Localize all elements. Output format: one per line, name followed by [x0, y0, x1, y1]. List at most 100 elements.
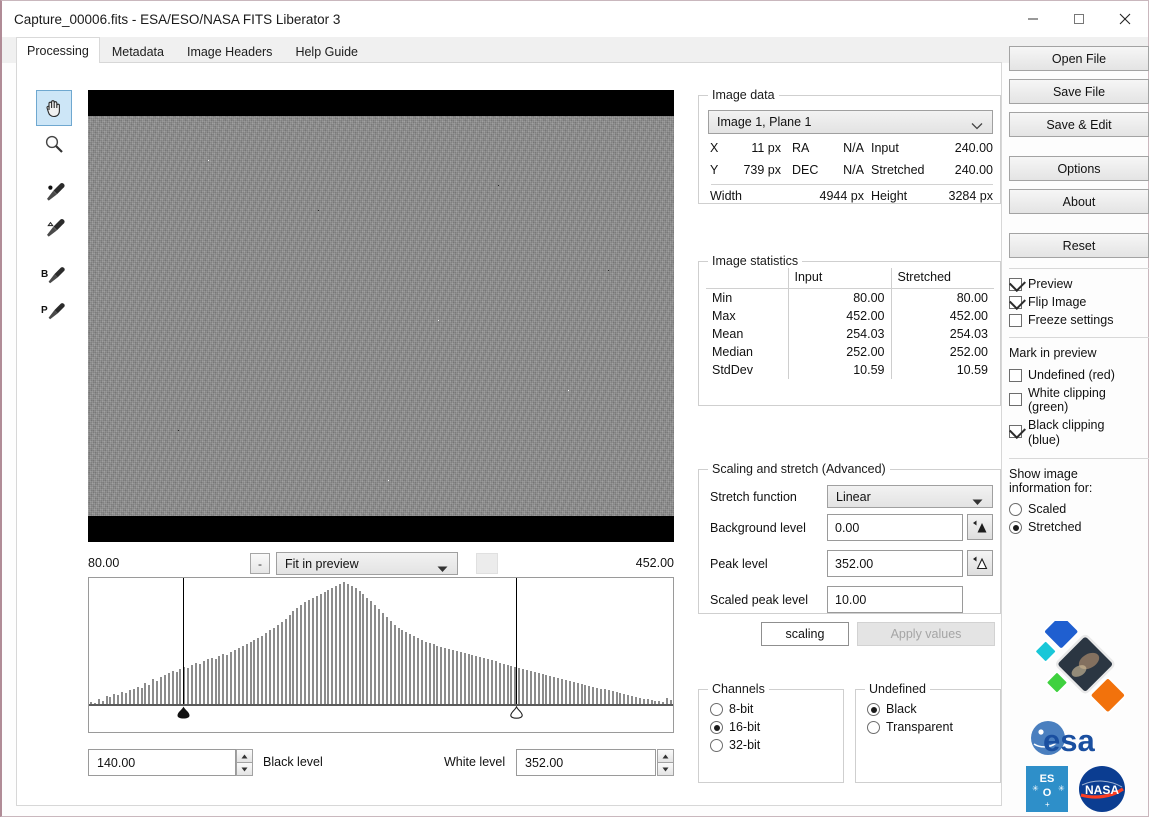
dec-label: DEC: [792, 163, 819, 177]
mark-black-clipping-checkbox[interactable]: Black clipping (blue): [1009, 418, 1149, 448]
save-and-edit-button[interactable]: Save & Edit: [1009, 112, 1149, 137]
channel-option-8bit[interactable]: 8-bit: [710, 702, 843, 716]
options-button[interactable]: Options: [1009, 156, 1149, 181]
histogram-bars: [89, 578, 673, 704]
white-level-marker[interactable]: [509, 705, 524, 722]
histogram-bar: [401, 630, 404, 704]
sidebar-divider: [1009, 337, 1149, 338]
tab-help-guide[interactable]: Help Guide: [284, 39, 369, 63]
histogram-bar: [459, 651, 462, 704]
channel-option-label: 32-bit: [729, 738, 761, 752]
radio-icon: [1009, 503, 1022, 517]
undefined-option-transparent[interactable]: Transparent: [867, 720, 1000, 734]
histogram-bar: [553, 676, 556, 704]
white-level-step-down[interactable]: [657, 762, 674, 776]
checkbox-icon-checked: [1009, 278, 1022, 291]
histogram-bar: [428, 643, 431, 704]
height-label: Height: [871, 189, 908, 203]
histogram-bar: [599, 688, 602, 704]
minimize-button[interactable]: [1010, 1, 1056, 37]
table-row: Mean 254.03 254.03: [706, 325, 994, 343]
white-point-picker-tool[interactable]: [36, 210, 72, 246]
black-point-picker-tool[interactable]: [36, 174, 72, 210]
background-level-input[interactable]: 0.00: [827, 514, 963, 541]
plane-select[interactable]: Image 1, Plane 1: [708, 110, 993, 134]
white-level-stepper[interactable]: [657, 749, 674, 776]
tool-palette: B P: [36, 90, 72, 330]
histogram-bar: [572, 681, 575, 704]
scaling-legend: Scaling and stretch (Advanced): [708, 462, 890, 476]
channel-option-32bit[interactable]: 32-bit: [710, 738, 843, 752]
white-level-step-up[interactable]: [657, 749, 674, 762]
histogram-bar: [128, 690, 131, 704]
peak-level-picker-tool[interactable]: P: [36, 294, 72, 330]
background-level-picker-button[interactable]: [967, 514, 993, 540]
tab-processing[interactable]: Processing: [16, 37, 100, 63]
histogram-bar: [284, 618, 287, 704]
black-level-stepper[interactable]: [236, 749, 253, 776]
channel-option-16bit[interactable]: 16-bit: [710, 720, 843, 734]
b-eyedropper-icon: B: [41, 267, 65, 284]
radio-icon: [710, 739, 723, 752]
app-window: Capture_00006.fits - ESA/ESO/NASA FITS L…: [0, 0, 1149, 817]
undefined-option-label: Black: [886, 702, 917, 716]
histogram-bar: [327, 589, 330, 704]
histogram-bar: [265, 633, 268, 704]
reset-button[interactable]: Reset: [1009, 233, 1149, 258]
histogram-bar: [276, 624, 279, 704]
checkbox-icon-checked: [1009, 296, 1022, 309]
p-eyedropper-icon: P: [41, 303, 65, 320]
scaled-peak-level-input[interactable]: 10.00: [827, 586, 963, 613]
histogram-bar: [354, 587, 357, 704]
black-level-step-down[interactable]: [236, 762, 253, 776]
scaling-button[interactable]: scaling: [761, 622, 849, 646]
show-info-stretched-radio[interactable]: Stretched: [1009, 520, 1149, 535]
mark-white-clipping-checkbox[interactable]: White clipping (green): [1009, 386, 1149, 416]
flip-image-checkbox[interactable]: Flip Image: [1009, 295, 1149, 309]
stat-label: Min: [712, 291, 733, 305]
black-level-input[interactable]: 140.00: [88, 749, 236, 776]
show-info-scaled-radio[interactable]: Scaled: [1009, 502, 1149, 517]
white-level-input[interactable]: 352.00: [516, 749, 656, 776]
histogram-bar: [526, 670, 528, 704]
mark-undefined-checkbox[interactable]: Undefined (red): [1009, 368, 1149, 382]
peak-level-picker-button[interactable]: [967, 550, 993, 576]
hand-tool[interactable]: [36, 90, 72, 126]
image-preview[interactable]: [88, 90, 674, 542]
close-button[interactable]: [1102, 1, 1148, 37]
about-button[interactable]: About: [1009, 189, 1149, 214]
undefined-option-black[interactable]: Black: [867, 702, 1000, 716]
stat-name-header: [706, 268, 788, 289]
stretch-function-select[interactable]: Linear: [827, 485, 993, 508]
save-file-button[interactable]: Save File: [1009, 79, 1149, 104]
window-title: Capture_00006.fits - ESA/ESO/NASA FITS L…: [14, 11, 341, 27]
histogram-bar: [444, 647, 447, 704]
freeze-settings-checkbox[interactable]: Freeze settings: [1009, 313, 1149, 327]
apply-values-button[interactable]: Apply values: [857, 622, 995, 646]
mark-in-preview-label: Mark in preview: [1009, 346, 1097, 360]
zoom-tool[interactable]: [36, 126, 72, 162]
histogram-bar: [529, 671, 532, 704]
background-level-picker-tool[interactable]: B: [36, 258, 72, 294]
peak-level-input[interactable]: 352.00: [827, 550, 963, 577]
histogram[interactable]: [88, 577, 674, 733]
tab-metadata[interactable]: Metadata: [100, 39, 175, 63]
histogram-bar: [623, 694, 626, 704]
open-file-button[interactable]: Open File: [1009, 46, 1149, 71]
preview-checkbox[interactable]: Preview: [1009, 277, 1149, 291]
tab-image-headers[interactable]: Image Headers: [175, 39, 284, 63]
tab-label: Help Guide: [295, 44, 358, 59]
histogram-bar: [631, 696, 634, 704]
show-info-stretched-label: Stretched: [1028, 520, 1082, 535]
histogram-bar: [171, 671, 174, 704]
histogram-bar: [179, 669, 182, 704]
histogram-max-label: 452.00: [635, 556, 674, 570]
histogram-bar: [210, 657, 213, 704]
maximize-button[interactable]: [1056, 1, 1102, 37]
histogram-bar: [307, 600, 310, 704]
black-level-step-up[interactable]: [236, 749, 253, 762]
flip-image-checkbox-label: Flip Image: [1028, 295, 1087, 309]
histogram-bar: [498, 663, 501, 704]
black-level-marker[interactable]: [176, 706, 191, 722]
radio-icon-selected: [867, 703, 880, 716]
